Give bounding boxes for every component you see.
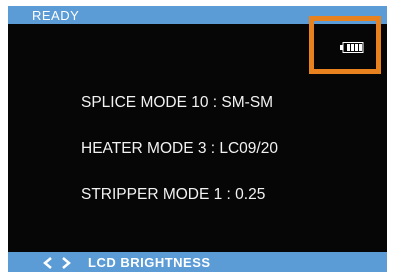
splicer-device: READY SPLICE MODE 10 : SM-SM HEATER MODE…: [0, 0, 395, 275]
splice-mode-text: SPLICE MODE 10 : SM-SM: [81, 94, 274, 111]
left-right-arrows-icon[interactable]: [42, 257, 72, 269]
softkey-bar: LCD BRIGHTNESS: [8, 252, 387, 272]
status-text: READY: [32, 8, 80, 23]
battery-highlight-box: [309, 16, 381, 74]
lcd-brightness-label: LCD BRIGHTNESS: [88, 255, 211, 270]
stripper-mode-text: STRIPPER MODE 1 : 0.25: [81, 186, 266, 203]
heater-mode-text: HEATER MODE 3 : LC09/20: [81, 140, 278, 157]
